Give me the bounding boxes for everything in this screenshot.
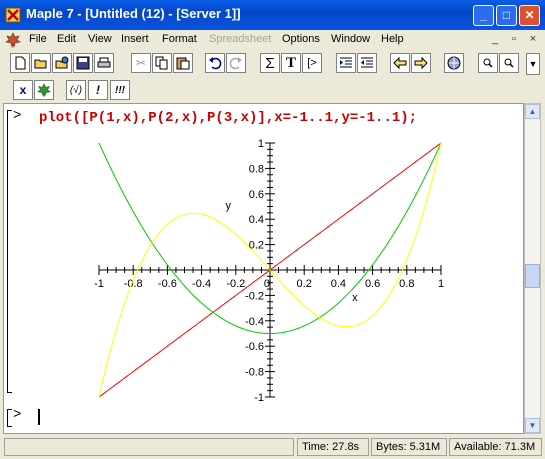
menu-view[interactable]: View xyxy=(88,33,112,45)
scroll-thumb[interactable] xyxy=(525,264,540,288)
indent-icon[interactable] xyxy=(336,53,356,73)
redo-icon[interactable] xyxy=(226,53,246,73)
prompt-icon[interactable]: [> xyxy=(302,53,322,73)
sum-icon[interactable]: Σ xyxy=(260,53,280,73)
menu-spreadsheet: Spreadsheet xyxy=(209,33,272,45)
menu-bar: File Edit View Insert Format Spreadsheet… xyxy=(0,30,545,50)
math-x-icon[interactable]: x xyxy=(13,80,33,100)
minimize-button[interactable]: _ xyxy=(473,5,494,26)
x-tick-label: 0 xyxy=(264,278,270,290)
stop-icon[interactable] xyxy=(444,53,464,73)
text-icon[interactable]: T xyxy=(281,53,301,73)
context-toolbar: x (√) ! !!! xyxy=(0,78,545,102)
maple-app-icon[interactable] xyxy=(5,7,21,23)
menu-edit[interactable]: Edit xyxy=(57,33,76,45)
outdent-icon[interactable] xyxy=(357,53,377,73)
copy-icon[interactable] xyxy=(152,53,172,73)
y-tick-label: 1 xyxy=(258,138,264,150)
menu-help[interactable]: Help xyxy=(381,33,404,45)
menu-insert[interactable]: Insert xyxy=(121,33,149,45)
open-icon[interactable] xyxy=(31,53,51,73)
paste-icon[interactable] xyxy=(173,53,193,73)
scroll-down-button[interactable]: ▼ xyxy=(525,418,540,433)
document-minimize-button[interactable]: _ xyxy=(487,33,503,47)
x-tick-label: 0.4 xyxy=(331,278,346,290)
zoom-in-icon[interactable] xyxy=(478,53,498,73)
menu-options[interactable]: Options xyxy=(282,33,320,45)
y-tick-label: -0.8 xyxy=(245,367,264,379)
y-axis-label: y xyxy=(226,200,232,212)
y-tick-label: -1 xyxy=(254,392,264,404)
vertical-scrollbar[interactable]: ▲ ▼ xyxy=(524,103,541,434)
x-tick-label: -0.6 xyxy=(158,278,177,290)
status-bar: Time: 27.8s Bytes: 5.31M Available: 71.3… xyxy=(0,436,545,459)
status-time: Time: 27.8s xyxy=(297,438,369,456)
forward-icon[interactable] xyxy=(411,53,431,73)
document-close-button[interactable]: × xyxy=(525,33,541,47)
y-tick-label: 0.8 xyxy=(249,163,264,175)
back-icon[interactable] xyxy=(390,53,410,73)
window-title: Maple 7 - [Untitled (12) - [Server 1]] xyxy=(26,6,241,21)
y-tick-label: -0.4 xyxy=(245,316,264,328)
new-icon[interactable] xyxy=(10,53,30,73)
x-tick-label: -0.4 xyxy=(192,278,211,290)
worksheet-area[interactable]: > plot([P(1,x),P(2,x),P(3,x)],x=-1..1,y=… xyxy=(3,103,524,434)
y-tick-label: 0.4 xyxy=(249,214,264,226)
x-tick-label: 0.8 xyxy=(399,278,414,290)
zoom-out-icon[interactable] xyxy=(499,53,519,73)
undo-icon[interactable] xyxy=(205,53,225,73)
x-tick-label: -1 xyxy=(94,278,104,290)
text-cursor xyxy=(38,409,40,425)
x-tick-label: 0.6 xyxy=(365,278,380,290)
maple-leaf-icon[interactable] xyxy=(5,32,21,48)
y-tick-label: -0.2 xyxy=(245,290,264,302)
status-available: Available: 71.3M xyxy=(449,438,542,456)
save-icon[interactable] xyxy=(73,53,93,73)
toolbar-overflow-icon[interactable]: ▼ xyxy=(526,53,540,75)
empty-group-bracket[interactable] xyxy=(7,409,12,427)
validate-button[interactable]: (√) xyxy=(66,80,86,100)
title-bar[interactable]: Maple 7 - [Untitled (12) - [Server 1]] _… xyxy=(0,0,545,30)
x-tick-label: -0.2 xyxy=(226,278,245,290)
menu-format[interactable]: Format xyxy=(162,33,197,45)
y-tick-label: -0.6 xyxy=(245,341,264,353)
y-tick-label: 0.6 xyxy=(249,189,264,201)
x-axis-label: x xyxy=(352,292,358,304)
menu-window[interactable]: Window xyxy=(331,33,370,45)
close-button[interactable]: ✕ xyxy=(519,5,540,26)
menu-file[interactable]: File xyxy=(29,33,47,45)
execute-all-button[interactable]: !!! xyxy=(110,80,130,100)
execute-button[interactable]: ! xyxy=(88,80,108,100)
cut-icon[interactable]: ✂ xyxy=(131,53,151,73)
main-toolbar: ✂ Σ T [> ▼ xyxy=(0,50,545,78)
maple-leaf-input-icon[interactable] xyxy=(34,80,54,100)
empty-prompt: > xyxy=(13,407,22,423)
maximize-button[interactable]: □ xyxy=(496,5,517,26)
status-message xyxy=(4,438,294,456)
print-icon[interactable] xyxy=(94,53,114,73)
open-url-icon[interactable] xyxy=(52,53,72,73)
document-restore-button[interactable]: ▫ xyxy=(506,33,522,47)
x-tick-label: 0.2 xyxy=(297,278,312,290)
scroll-up-button[interactable]: ▲ xyxy=(525,104,540,119)
status-bytes: Bytes: 5.31M xyxy=(371,438,447,456)
plot-output[interactable]: -1 -0.8 -0.6 -0.4 -0.2 0 0.2 0.4 0.6 0.8 110.80.60… xyxy=(4,104,523,404)
x-tick-label: 1 xyxy=(438,278,444,290)
